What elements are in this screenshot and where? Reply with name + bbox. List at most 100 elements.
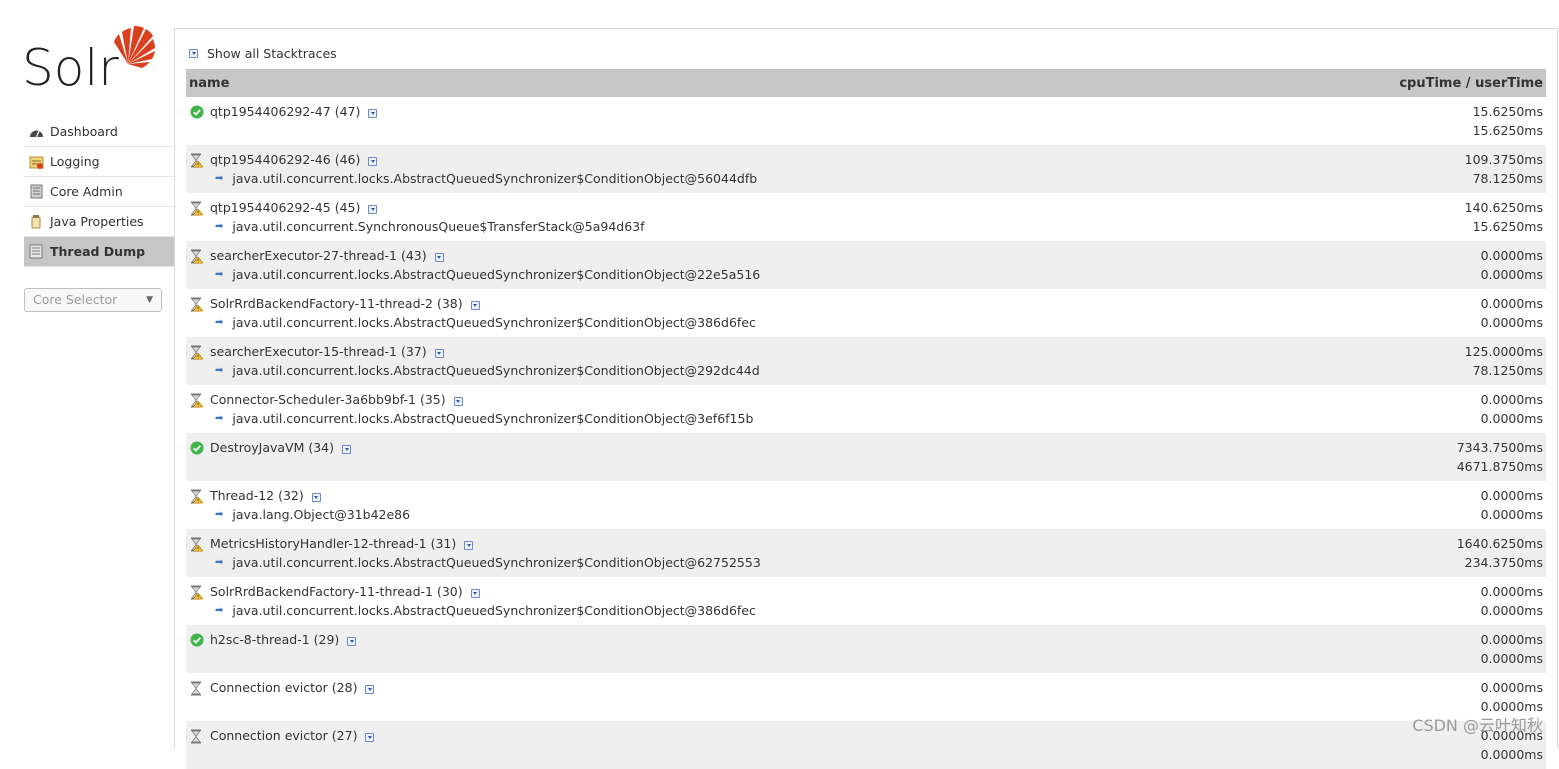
sidebar: Solr Dashboard Logging Core Admin Java P… (0, 0, 174, 744)
lock-info: ➡ java.util.concurrent.SynchronousQueue$T… (215, 219, 645, 234)
hourglass-icon (190, 729, 204, 744)
lock-text: java.lang.Object@31b42e86 (232, 507, 411, 522)
expand-stacktrace-icon[interactable] (470, 301, 480, 310)
user-time: 0.0000ms (1480, 603, 1543, 618)
sidebar-item-thread-dump[interactable]: Thread Dump (24, 237, 174, 267)
expand-stacktrace-icon[interactable] (470, 589, 480, 598)
thread-table: name cpuTime / userTime qtp1954406292-47… (186, 69, 1546, 769)
table-row: qtp1954406292-45 (45) ➡ java.util.concurre… (186, 193, 1546, 241)
table-row: SolrRrdBackendFactory-11-thread-1 (30) ➡ j… (186, 577, 1546, 625)
thread-name-text: searcherExecutor-15-thread-1 (37) (210, 344, 427, 359)
solr-logo[interactable]: Solr (22, 24, 157, 98)
core-selector[interactable]: Core Selector ▼ (24, 288, 162, 312)
chevron-down-icon: ▼ (146, 295, 153, 305)
expand-stacktrace-icon[interactable] (464, 541, 474, 550)
expand-stacktrace-icon[interactable] (368, 109, 378, 118)
thread-name: Connection evictor (27) (210, 728, 375, 743)
table-body: qtp1954406292-47 (47) 15.6250ms 15.6250ms q… (186, 97, 1546, 769)
column-header-name: name (189, 75, 230, 91)
hourglass-icon (190, 681, 204, 696)
user-time: 234.3750ms (1464, 555, 1543, 570)
sidebar-item-dashboard[interactable]: Dashboard (24, 117, 174, 147)
thread-name-text: MetricsHistoryHandler-12-thread-1 (31) (210, 536, 457, 551)
sidebar-item-label: Logging (50, 154, 100, 169)
expand-icon (189, 49, 198, 58)
lock-info: ➡ java.util.concurrent.locks.AbstractQueu… (215, 315, 756, 330)
java-properties-icon (28, 214, 44, 230)
cpu-time: 0.0000ms (1480, 248, 1543, 263)
expand-stacktrace-icon[interactable] (453, 397, 463, 406)
table-row: Connection evictor (28) 0.0000ms 0.0000ms (186, 673, 1546, 721)
thread-dump-icon (28, 244, 44, 260)
lock-text: java.util.concurrent.locks.AbstractQueue… (232, 555, 761, 570)
thread-name: MetricsHistoryHandler-12-thread-1 (31) (210, 536, 474, 551)
lock-text: java.util.concurrent.SynchronousQueue$Tr… (232, 219, 645, 234)
thread-name-text: qtp1954406292-47 (47) (210, 104, 361, 119)
thread-dump-panel: Show all Stacktraces name cpuTime / user… (174, 28, 1558, 769)
expand-stacktrace-icon[interactable] (368, 157, 378, 166)
logging-icon (28, 154, 44, 170)
expand-stacktrace-icon[interactable] (434, 253, 444, 262)
sidebar-item-label: Thread Dump (50, 244, 146, 259)
thread-running-icon (190, 105, 204, 119)
show-all-stacktraces-toggle[interactable]: Show all Stacktraces (189, 46, 337, 61)
sidebar-item-java-properties[interactable]: Java Properties (24, 207, 174, 237)
cpu-time: 0.0000ms (1480, 392, 1543, 407)
hourglass-icon (190, 585, 204, 600)
hourglass-icon (190, 345, 204, 360)
lock-text: java.util.concurrent.locks.AbstractQueue… (232, 315, 756, 330)
table-row: qtp1954406292-47 (47) 15.6250ms 15.6250ms (186, 97, 1546, 145)
thread-name: Connector-Scheduler-3a6bb9bf-1 (35) (210, 392, 463, 407)
hourglass-icon (190, 393, 204, 408)
cpu-time: 140.6250ms (1464, 200, 1543, 215)
core-selector-placeholder: Core Selector (33, 292, 118, 307)
cpu-time: 0.0000ms (1480, 584, 1543, 599)
arrow-right-icon: ➡ (215, 269, 224, 280)
user-time: 15.6250ms (1472, 123, 1543, 138)
thread-name-text: SolrRrdBackendFactory-11-thread-2 (38) (210, 296, 463, 311)
thread-name-text: SolrRrdBackendFactory-11-thread-1 (30) (210, 584, 463, 599)
arrow-right-icon: ➡ (215, 317, 224, 328)
expand-stacktrace-icon[interactable] (368, 205, 378, 214)
sidebar-item-logging[interactable]: Logging (24, 147, 174, 177)
thread-running-icon (190, 441, 204, 455)
thread-running-icon (190, 633, 204, 647)
lock-text: java.util.concurrent.locks.AbstractQueue… (232, 411, 754, 426)
cpu-time: 15.6250ms (1472, 104, 1543, 119)
user-time: 0.0000ms (1480, 411, 1543, 426)
arrow-right-icon: ➡ (215, 413, 224, 424)
lock-text: java.util.concurrent.locks.AbstractQueue… (232, 267, 761, 282)
user-time: 15.6250ms (1472, 219, 1543, 234)
watermark: CSDN @云叶知秋 (1412, 716, 1543, 735)
dashboard-icon (28, 124, 44, 140)
expand-stacktrace-icon[interactable] (365, 685, 375, 694)
thread-name-text: DestroyJavaVM (34) (210, 440, 335, 455)
hourglass-icon (190, 201, 204, 216)
expand-stacktrace-icon[interactable] (365, 733, 375, 742)
expand-stacktrace-icon[interactable] (347, 637, 357, 646)
table-row: Connection evictor (27) 0.0000ms 0.0000ms (186, 721, 1546, 769)
core-admin-icon (28, 184, 44, 200)
expand-stacktrace-icon[interactable] (311, 493, 321, 502)
column-header-times: cpuTime / userTime (1399, 75, 1543, 91)
table-row: h2sc-8-thread-1 (29) 0.0000ms 0.0000ms (186, 625, 1546, 673)
cpu-time: 0.0000ms (1480, 488, 1543, 503)
thread-name-text: Thread-12 (32) (210, 488, 304, 503)
thread-name: searcherExecutor-15-thread-1 (37) (210, 344, 444, 359)
thread-name-text: qtp1954406292-46 (46) (210, 152, 361, 167)
user-time: 0.0000ms (1480, 507, 1543, 522)
cpu-time: 0.0000ms (1480, 632, 1543, 647)
sidebar-item-core-admin[interactable]: Core Admin (24, 177, 174, 207)
expand-stacktrace-icon[interactable] (434, 349, 444, 358)
thread-name: qtp1954406292-46 (46) (210, 152, 378, 167)
lock-text: java.util.concurrent.locks.AbstractQueue… (232, 171, 758, 186)
table-row: MetricsHistoryHandler-12-thread-1 (31) ➡ j… (186, 529, 1546, 577)
sidebar-nav: Dashboard Logging Core Admin Java Proper… (24, 117, 174, 267)
table-row: searcherExecutor-15-thread-1 (37) ➡ java.u… (186, 337, 1546, 385)
table-row: qtp1954406292-46 (46) ➡ java.util.concurre… (186, 145, 1546, 193)
thread-name: Thread-12 (32) (210, 488, 321, 503)
expand-stacktrace-icon[interactable] (342, 445, 352, 454)
cpu-time: 109.3750ms (1464, 152, 1543, 167)
thread-name: Connection evictor (28) (210, 680, 375, 695)
arrow-right-icon: ➡ (215, 557, 224, 568)
